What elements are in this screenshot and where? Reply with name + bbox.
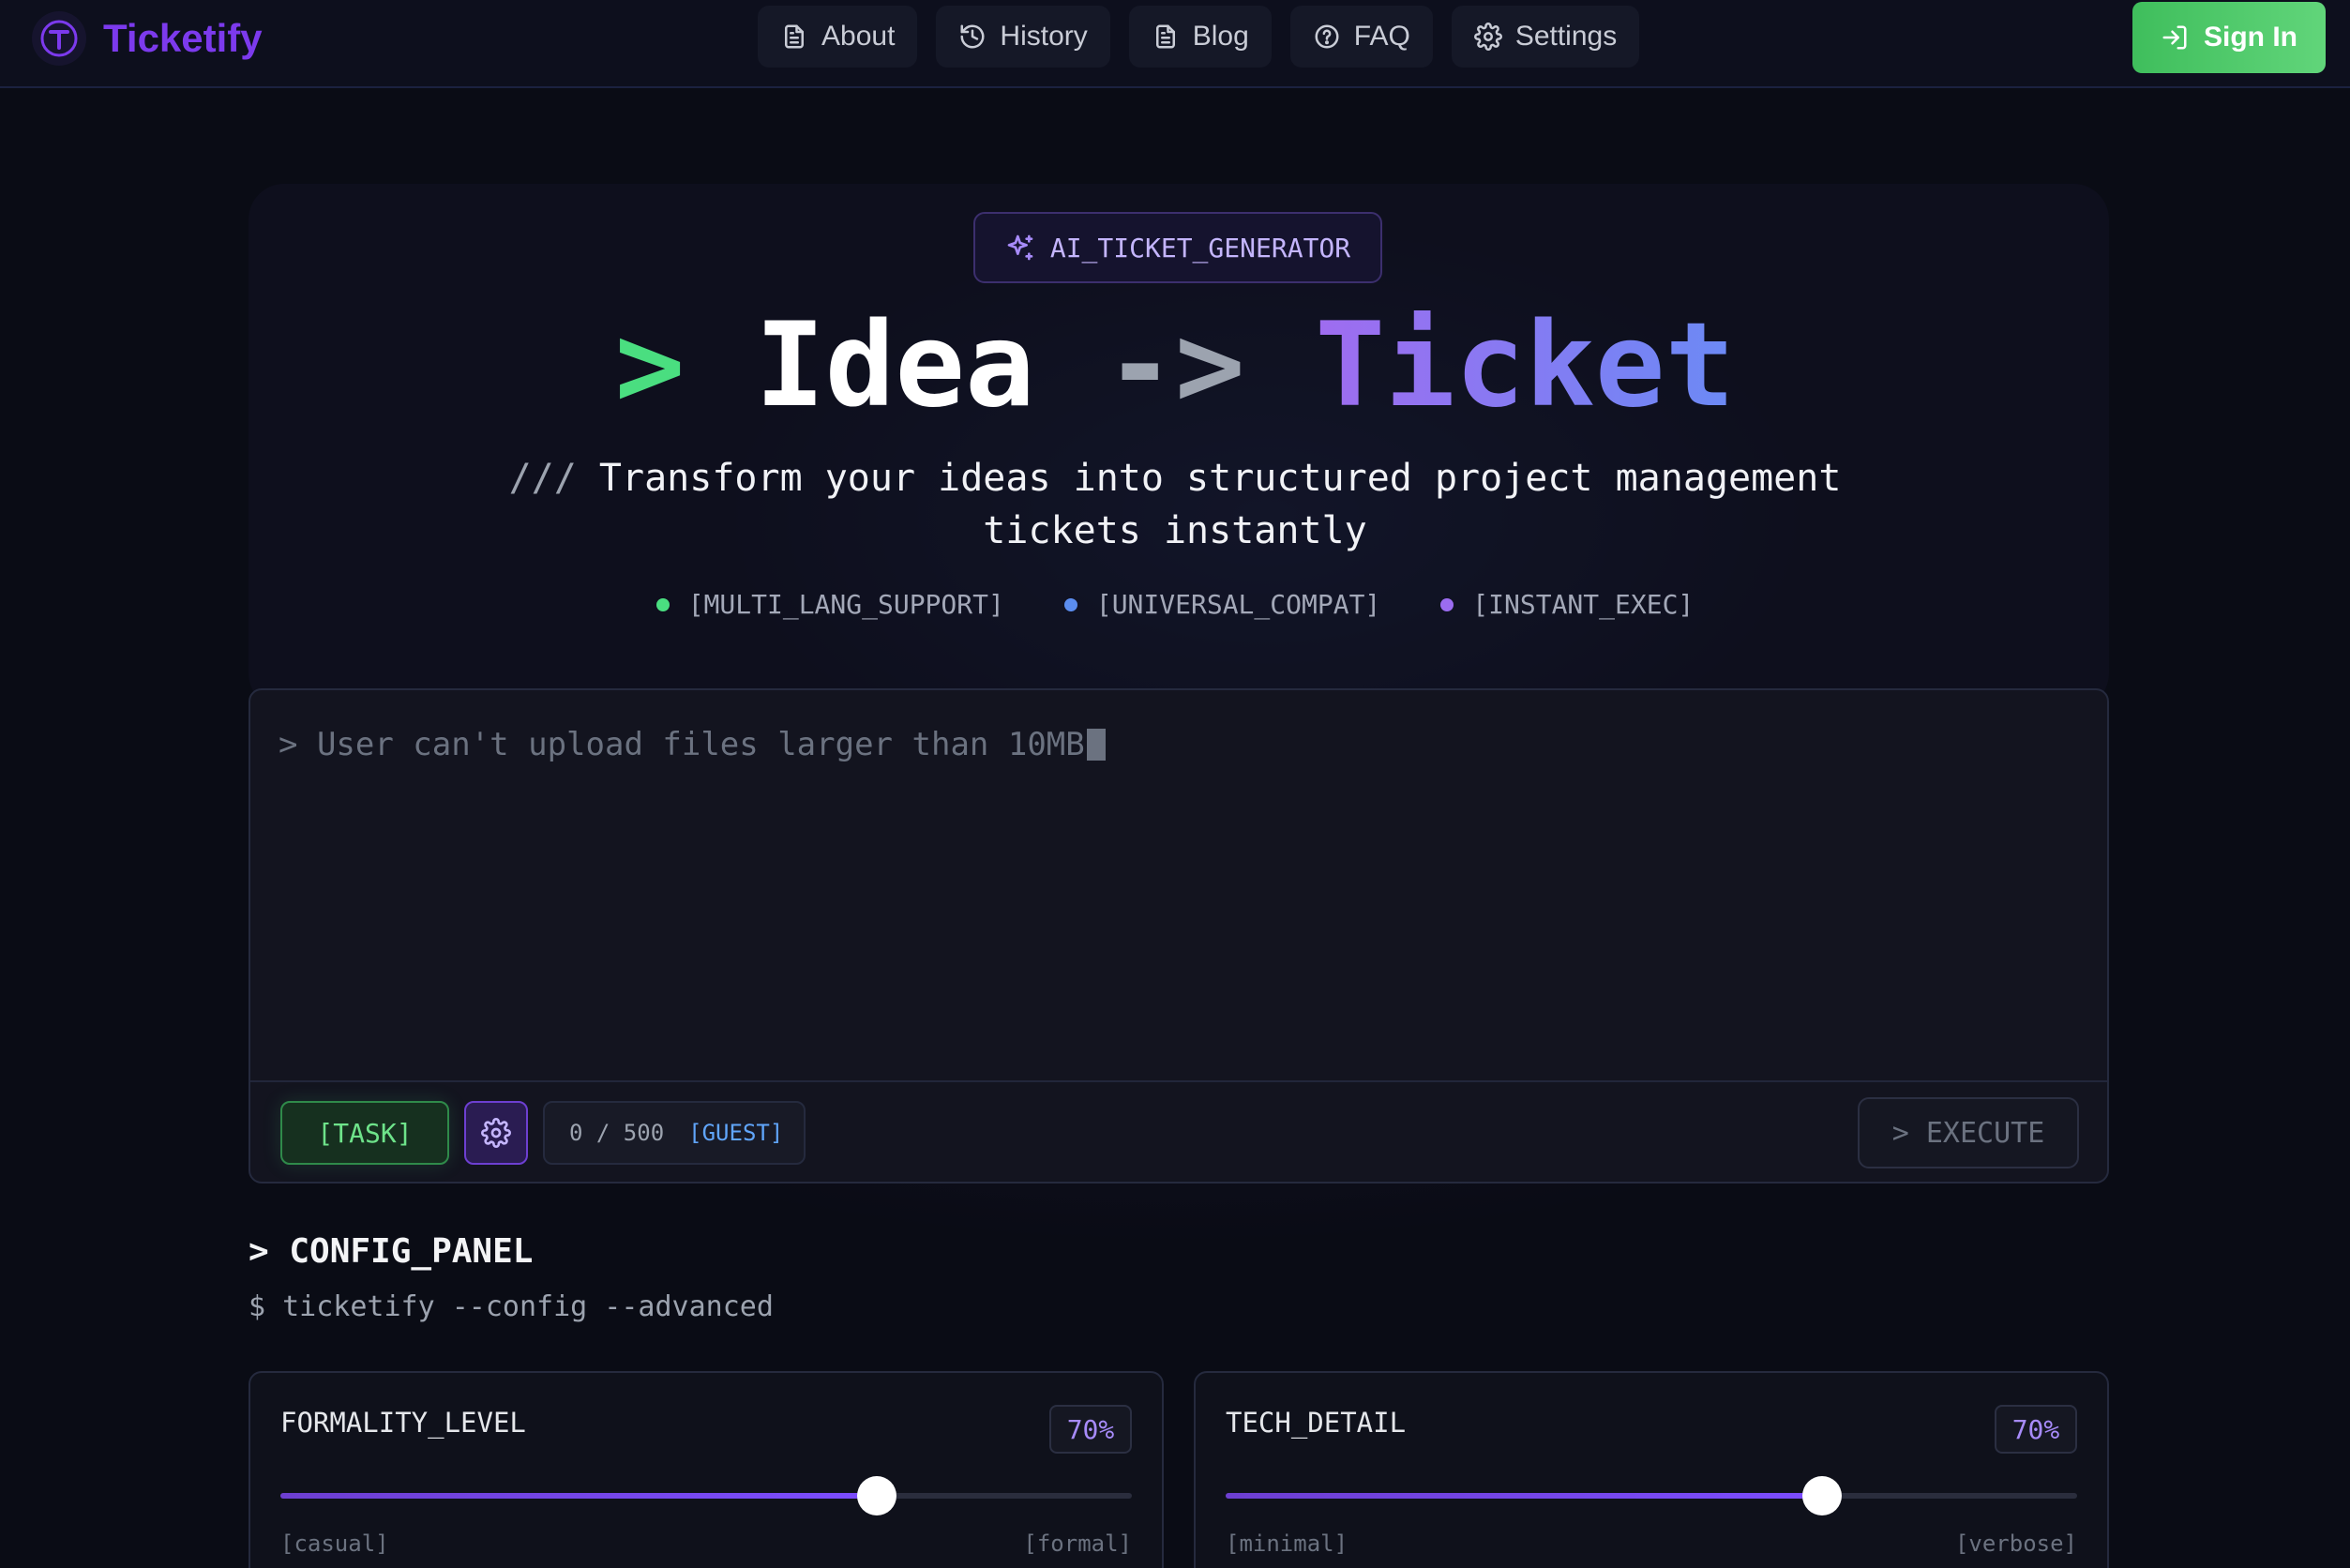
history-icon <box>960 24 985 49</box>
text-cursor <box>1086 729 1106 761</box>
generator-badge: AI_TICKET_GENERATOR <box>973 212 1382 283</box>
feature-item: [UNIVERSAL_COMPAT] <box>1063 589 1381 620</box>
nav-about-label: About <box>821 21 896 52</box>
nav-history[interactable]: History <box>936 6 1110 68</box>
slider-min-label: [casual] <box>280 1530 389 1557</box>
formality-slider-card: FORMALITY_LEVEL 70% [casual] [formal] <box>249 1371 1164 1568</box>
input-settings-button[interactable] <box>464 1101 528 1165</box>
slider-fill <box>1226 1493 1822 1499</box>
slider-value-badge: 70% <box>1995 1405 2077 1454</box>
execute-button[interactable]: > EXECUTE <box>1858 1097 2079 1168</box>
feature-label: [INSTANT_EXEC] <box>1472 589 1695 620</box>
slider-track[interactable] <box>1226 1476 2077 1515</box>
slider-thumb[interactable] <box>856 1476 896 1515</box>
slider-max-label: [formal] <box>1023 1530 1132 1557</box>
feature-list: [MULTI_LANG_SUPPORT] [UNIVERSAL_COMPAT] … <box>0 589 2350 620</box>
slider-thumb[interactable] <box>1801 1476 1842 1515</box>
feature-item: [INSTANT_EXEC] <box>1440 589 1694 620</box>
subtitle-text: Transform your ideas into structured pro… <box>598 457 1842 552</box>
status-dot <box>1063 597 1077 611</box>
headline-ticket: Ticket <box>1315 298 1736 433</box>
nav-settings-label: Settings <box>1514 21 1618 52</box>
char-count: 0 / 500 <box>569 1120 665 1146</box>
status-dot <box>1440 597 1454 611</box>
document-icon <box>1155 24 1175 49</box>
help-circle-icon <box>1315 24 1339 49</box>
generator-badge-label: AI_TICKET_GENERATOR <box>1049 232 1351 264</box>
headline-arrow: -> <box>1105 298 1245 433</box>
status-dot <box>655 597 670 611</box>
nav-faq[interactable]: FAQ <box>1289 6 1433 68</box>
slider-fill <box>280 1493 877 1499</box>
ticket-type-button[interactable]: [TASK] <box>280 1101 449 1165</box>
config-command: $ ticketify --config --advanced <box>249 1290 774 1323</box>
nav-faq-label: FAQ <box>1353 21 1410 52</box>
gear-icon <box>1473 23 1502 51</box>
hero-headline: > Idea -> Ticket <box>0 298 2350 433</box>
slider-value-badge: 70% <box>1049 1405 1132 1454</box>
user-tier-tag: [GUEST] <box>688 1120 784 1146</box>
sparkles-icon <box>1007 234 1033 261</box>
idea-input-placeholder: > User can't upload files larger than 10… <box>279 726 1085 763</box>
slider-name: FORMALITY_LEVEL <box>280 1407 526 1439</box>
app-name: Ticketify <box>103 16 263 60</box>
idea-input[interactable]: > User can't upload files larger than 10… <box>279 726 1106 763</box>
sign-in-button[interactable]: Sign In <box>2132 2 2326 73</box>
feature-item: [MULTI_LANG_SUPPORT] <box>655 589 1004 620</box>
config-panel-title: > CONFIG_PANEL <box>249 1232 534 1271</box>
slider-max-label: [verbose] <box>1954 1530 2077 1557</box>
feature-label: [MULTI_LANG_SUPPORT] <box>687 589 1004 620</box>
sign-in-label: Sign In <box>2204 22 2297 53</box>
hero-subtitle: /// Transform your ideas into structured… <box>472 452 1878 557</box>
idea-input-card: > User can't upload files larger than 10… <box>249 688 2109 1184</box>
subtitle-prefix: /// <box>508 457 577 500</box>
char-counter: 0 / 500 [GUEST] <box>543 1101 806 1165</box>
slider-track[interactable] <box>280 1476 1132 1515</box>
headline-prompt: > <box>614 298 685 433</box>
logo-icon <box>32 11 86 66</box>
nav-blog-label: Blog <box>1192 21 1249 52</box>
feature-label: [UNIVERSAL_COMPAT] <box>1095 589 1381 620</box>
slider-name: TECH_DETAIL <box>1226 1407 1407 1439</box>
nav-history-label: History <box>1000 21 1088 52</box>
document-icon <box>785 24 804 49</box>
nav-settings[interactable]: Settings <box>1451 6 1640 68</box>
top-navbar: Ticketify About History Blog FAQ Setting… <box>0 0 2350 88</box>
nav-about[interactable]: About <box>758 6 918 68</box>
slider-min-label: [minimal] <box>1226 1530 1348 1557</box>
main-nav: About History Blog FAQ Settings <box>758 6 1640 68</box>
logo[interactable]: Ticketify <box>32 11 263 66</box>
divider <box>250 1080 2107 1082</box>
headline-idea: Idea <box>755 298 1035 433</box>
log-in-icon <box>2162 25 2187 50</box>
gear-icon <box>481 1118 511 1148</box>
nav-blog[interactable]: Blog <box>1128 6 1272 68</box>
tech-detail-slider-card: TECH_DETAIL 70% [minimal] [verbose] <box>1194 1371 2109 1568</box>
